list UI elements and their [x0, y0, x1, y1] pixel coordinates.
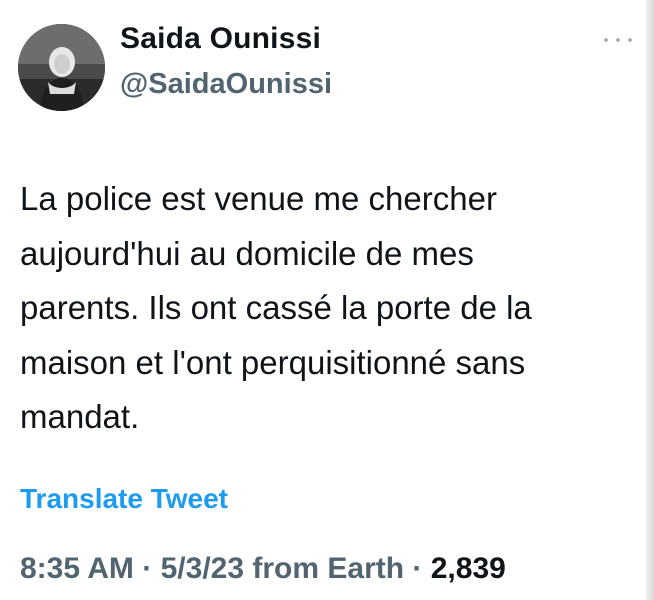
- tweet-text-line: mandat.: [20, 398, 140, 435]
- meta-separator: ·: [412, 552, 423, 585]
- more-dot: [628, 38, 632, 42]
- meta-separator: ·: [142, 552, 153, 585]
- tweet-text-line: aujourd'hui au domicile de mes: [20, 234, 474, 272]
- profile-photo-icon: [18, 24, 105, 111]
- tweet-text-line: parents. Ils ont cassé la porte de la: [20, 289, 532, 326]
- tweet-text-line: maison et l'ont perquisitionné sans: [20, 343, 526, 381]
- views-count[interactable]: 2,839: [431, 552, 506, 585]
- tweet-metadata: 8:35 AM · 5/3/23 from Earth · 2,839: [20, 552, 506, 586]
- tweet-time[interactable]: 8:35 AM: [20, 552, 134, 585]
- author-display-name[interactable]: Saida Ounissi: [120, 22, 321, 56]
- tweet-text: La police est venue me chercher aujourd'…: [20, 172, 620, 445]
- scrollbar-track[interactable]: [646, 0, 654, 600]
- tweet-date[interactable]: 5/3/23: [161, 552, 244, 585]
- author-avatar[interactable]: [18, 24, 105, 111]
- author-handle[interactable]: @SaidaOunissi: [120, 68, 332, 101]
- tweet-source: from Earth: [252, 552, 405, 585]
- tweet-card: Saida Ounissi @SaidaOunissi La police es…: [0, 0, 654, 600]
- tweet-text-line: La police est venue me chercher: [20, 180, 497, 217]
- more-dot: [604, 38, 608, 42]
- more-dot: [616, 38, 620, 42]
- more-dots-icon[interactable]: [604, 30, 632, 50]
- translate-tweet-link[interactable]: Translate Tweet: [20, 483, 228, 515]
